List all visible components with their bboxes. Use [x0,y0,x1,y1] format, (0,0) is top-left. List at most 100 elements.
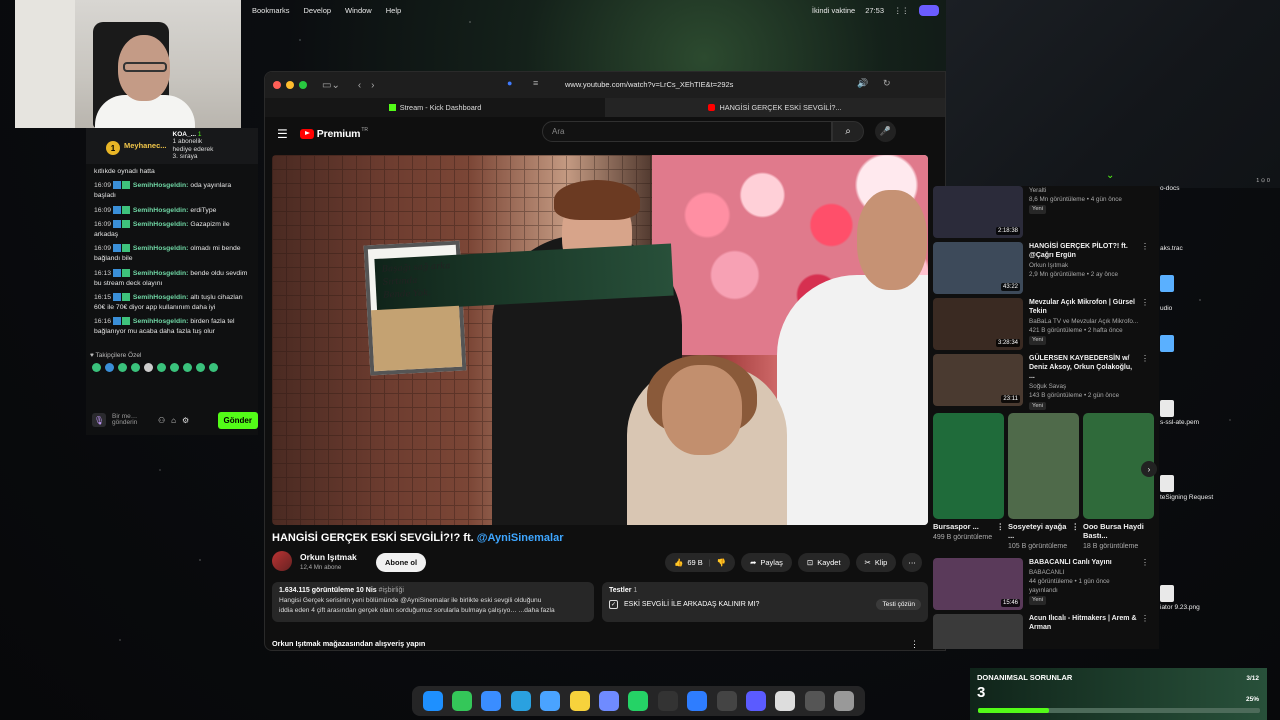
desktop-file[interactable]: o-docs [1160,185,1180,192]
more-vertical-icon[interactable]: ⋮ [1141,354,1149,409]
chevron-right-icon[interactable]: › [1141,461,1157,477]
app-icon[interactable] [599,691,620,711]
chat-username[interactable]: SemihHosgeldin: [133,245,189,252]
clip-button[interactable]: ✂ Klip [855,553,897,572]
address-bar[interactable]: www.youtube.com/watch?v=LrCs_XEhTIE&t=29… [565,80,733,89]
more-vertical-icon[interactable]: ⋮ [1141,558,1149,613]
emote-icon[interactable] [196,362,205,372]
emote-bar[interactable] [86,361,258,374]
menu-help[interactable]: Help [386,6,401,15]
more-vertical-icon[interactable]: ⋮ [910,639,919,650]
microphone-icon[interactable]: 🎙 [92,413,106,427]
menu-develop[interactable]: Develop [304,6,332,15]
emote-icon[interactable] [92,362,101,372]
emote-icon[interactable] [157,362,166,372]
menu-icon[interactable]: ☰ [277,127,288,141]
short-item[interactable]: Sosyeteyi ayağa ... ⋮ 105 B görüntüleme [1008,413,1079,552]
desktop-file[interactable]: iator 9.23.png [1160,585,1200,611]
subscribe-button[interactable]: Abone ol [376,553,427,572]
whatsapp-icon[interactable] [628,691,649,711]
video-player[interactable]: Başağı sağ arka Sırtında Bende Yok. [272,155,928,525]
share-button[interactable]: ➦ Paylaş [741,553,792,572]
video-thumbnail[interactable]: 3:28:34 [933,298,1023,350]
chat-username[interactable]: SemihHosgeldin: [133,270,189,277]
more-vertical-icon[interactable]: ⋮ [1141,298,1149,353]
screenshot-icon[interactable] [804,691,825,711]
activity-icon[interactable] [716,691,737,711]
emote-icon[interactable] [118,362,127,372]
chat-username[interactable]: SemihHosgeldin: [133,221,189,228]
extension-icon[interactable]: ● [507,78,512,88]
recommended-video[interactable]: 23:11 GÜLERSEN KAYBEDERSİN w/ Deniz Akso… [933,354,1159,410]
page-settings-icon[interactable]: ≡ [533,78,538,88]
emote-icon[interactable] [209,362,218,372]
emote-icon[interactable] [105,362,114,372]
minimize-window-button[interactable] [286,81,294,89]
send-button[interactable]: Gönder [217,411,258,429]
recommended-video[interactable]: 15:46 BABACANLI Canlı Yayını BABACANLI 44 … [933,557,1159,613]
chat-message-input[interactable]: Bir me… gönderin [112,413,152,427]
video-thumbnail[interactable] [933,613,1023,649]
finder-icon[interactable] [422,691,443,711]
more-vertical-icon[interactable]: ⋮ [1141,242,1149,297]
forward-arrow-icon[interactable]: › [371,80,374,91]
video-thumbnail[interactable]: 2:18:38 [933,186,1023,238]
messages-icon[interactable] [452,691,473,711]
trash-icon[interactable] [834,691,855,711]
control-center-icon[interactable]: ⋮⋮ [894,6,909,15]
desktop-file[interactable] [1160,275,1174,294]
emote-icon[interactable] [144,362,153,372]
channel-avatar[interactable] [272,551,292,571]
mail-icon[interactable] [540,691,561,711]
document-icon[interactable] [775,691,796,711]
emote-icon[interactable] [131,362,140,372]
tab-youtube-video[interactable]: HANGİSİ GERÇEK ESKİ SEVGİLİ?... [605,98,945,117]
search-input[interactable]: Ara [542,121,832,142]
description-box[interactable]: 1.634.115 görüntüleme 10 Nis #işbirliği … [272,582,594,622]
launchpad-icon[interactable] [745,691,766,711]
take-quiz-button[interactable]: Testi çözün [876,599,921,610]
save-button[interactable]: ⊡ Kaydet [797,553,850,572]
desktop-file[interactable]: aks.trac [1160,245,1183,252]
desktop-file[interactable] [1160,335,1174,354]
hashtag[interactable]: #işbirliği [379,587,404,594]
voice-search-button[interactable]: 🎤 [875,121,896,142]
video-thumbnail[interactable]: 15:46 [933,557,1023,610]
video-thumbnail[interactable]: 23:11 [933,354,1023,406]
recommended-video[interactable]: Acun Ilıcalı - Hitmakers | Arem & Arman … [933,613,1159,649]
tab-kick-dashboard[interactable]: Stream - Kick Dashboard [265,98,605,117]
telegram-icon[interactable] [510,691,531,711]
menu-window[interactable]: Window [345,6,372,15]
xcode-icon[interactable] [687,691,708,711]
short-item[interactable]: Ooo Bursa Haydi Bastı... 18 B görüntülem… [1083,413,1154,552]
chat-username[interactable]: SemihHosgeldin: [133,207,189,214]
shop-icon[interactable]: ⌂ [171,416,176,425]
desktop-file[interactable]: teSigning Request [1160,475,1213,501]
more-vertical-icon[interactable]: ⋮ [1141,614,1149,649]
chat-username[interactable]: SemihHosgeldin: [133,294,189,301]
reload-icon[interactable]: ↻ [883,78,891,89]
sidebar-toggle-icon[interactable]: ▭⌄ [322,80,340,91]
notes-icon[interactable] [569,691,590,711]
unity-icon[interactable] [657,691,678,711]
emote-icon[interactable] [170,362,179,372]
close-window-button[interactable] [273,81,281,89]
like-button[interactable]: 👍 69 B | 👎 [665,553,736,572]
recommended-video[interactable]: 3:28:34 Mevzular Açık Mikrofon | Gürsel … [933,298,1159,353]
screen-record-icon[interactable] [919,4,939,16]
short-thumbnail[interactable] [933,413,1004,519]
thumbs-down-icon[interactable]: 👎 [717,558,726,567]
more-vertical-icon[interactable]: ⋮ [997,522,1005,531]
chat-username[interactable]: SemihHosgeldin: [133,318,189,325]
video-thumbnail[interactable]: 43:22 [933,242,1023,294]
short-item[interactable]: Bursaspor ... ⋮ 499 B görüntüleme [933,413,1004,552]
desktop-file[interactable]: s-ssl-ate.pem [1160,400,1199,426]
youtube-logo[interactable]: Premium TR [299,127,368,140]
back-arrow-icon[interactable]: ‹ [358,80,361,91]
more-actions-button[interactable]: ⋯ [902,553,922,572]
menu-bookmarks[interactable]: Bookmarks [252,6,290,15]
search-button[interactable]: ⌕ [832,121,864,142]
desktop-file[interactable]: udio [1160,305,1172,312]
short-thumbnail[interactable] [1008,413,1079,519]
safari-icon[interactable] [481,691,502,711]
